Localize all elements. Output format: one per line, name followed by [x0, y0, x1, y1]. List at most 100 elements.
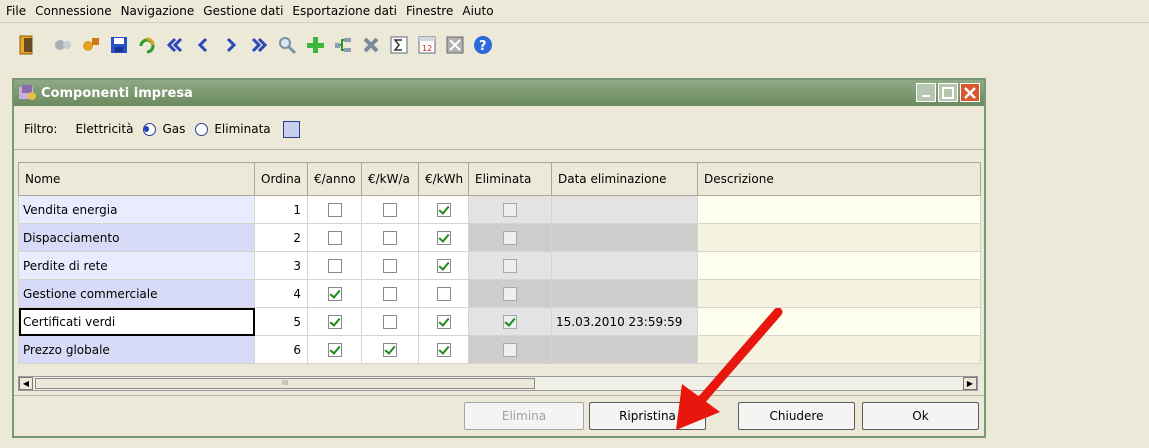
- ripristina-button[interactable]: Ripristina: [589, 402, 706, 430]
- cell-ordina[interactable]: 3: [254, 251, 308, 280]
- maximize-button[interactable]: [938, 83, 958, 102]
- table-row[interactable]: Vendita energia 1: [18, 195, 981, 224]
- column-header-euro-kw-a[interactable]: €/kW/a: [361, 162, 419, 196]
- eliminata-filter-checkbox[interactable]: [282, 120, 300, 138]
- scroll-left-icon[interactable]: ◀: [19, 377, 33, 390]
- search-icon[interactable]: [274, 32, 300, 58]
- column-header-eliminata[interactable]: Eliminata: [468, 162, 552, 196]
- connect-icon[interactable]: [50, 32, 76, 58]
- eliminata-checkbox: [503, 230, 517, 245]
- euro-kwh-checkbox[interactable]: [436, 314, 451, 329]
- euro-anno-checkbox[interactable]: [327, 314, 342, 329]
- table-row[interactable]: Certificati verdi 5 15.03.2010 23:59:59: [18, 307, 981, 336]
- add-icon[interactable]: [302, 32, 328, 58]
- toolbar: 12 ?: [0, 23, 1149, 69]
- euro-anno-checkbox[interactable]: [327, 342, 342, 357]
- cell-eliminata: [468, 223, 552, 252]
- scroll-thumb[interactable]: III: [35, 378, 535, 389]
- window-titlebar[interactable]: Componenti impresa: [14, 80, 984, 106]
- cell-descrizione[interactable]: [697, 251, 981, 280]
- previous-icon[interactable]: [190, 32, 216, 58]
- cell-ordina[interactable]: 5: [254, 307, 308, 336]
- column-header-nome[interactable]: Nome: [18, 162, 255, 196]
- menu-navigazione[interactable]: Navigazione: [115, 4, 198, 18]
- close-button[interactable]: [960, 83, 980, 102]
- export-icon[interactable]: [442, 32, 468, 58]
- menu-aiuto[interactable]: Aiuto: [456, 4, 496, 18]
- euro-kw-a-checkbox[interactable]: [383, 258, 397, 273]
- cell-descrizione[interactable]: [697, 223, 981, 252]
- euro-kw-a-checkbox[interactable]: [383, 342, 397, 357]
- cell-nome[interactable]: Prezzo globale: [18, 335, 255, 364]
- cell-euro-kwh: [418, 307, 469, 336]
- euro-anno-checkbox[interactable]: [327, 258, 342, 273]
- calendar-icon[interactable]: 12: [414, 32, 440, 58]
- disconnect-icon[interactable]: [78, 32, 104, 58]
- structure-icon[interactable]: [330, 32, 356, 58]
- next-icon[interactable]: [218, 32, 244, 58]
- cell-ordina[interactable]: 6: [254, 335, 308, 364]
- cell-descrizione[interactable]: [697, 335, 981, 364]
- cell-data-eliminazione: [551, 251, 698, 280]
- euro-kw-a-checkbox[interactable]: [383, 202, 397, 217]
- cell-nome[interactable]: Perdite di rete: [18, 251, 255, 280]
- euro-kwh-checkbox[interactable]: [436, 258, 451, 273]
- cell-ordina[interactable]: 4: [254, 279, 308, 308]
- euro-kwh-checkbox[interactable]: [436, 342, 451, 357]
- menu-esportazione-dati[interactable]: Esportazione dati: [286, 4, 400, 18]
- first-icon[interactable]: [162, 32, 188, 58]
- column-header-descrizione[interactable]: Descrizione: [697, 162, 981, 196]
- cell-nome[interactable]: Vendita energia: [18, 195, 255, 224]
- save-icon[interactable]: [106, 32, 132, 58]
- cell-ordina[interactable]: 1: [254, 195, 308, 224]
- euro-kw-a-checkbox[interactable]: [383, 230, 397, 245]
- gas-radio[interactable]: [195, 122, 209, 136]
- horizontal-scrollbar[interactable]: ◀ III ▶: [18, 376, 978, 391]
- maximize-icon: [942, 86, 954, 99]
- menu-finestre[interactable]: Finestre: [400, 4, 456, 18]
- cell-ordina[interactable]: 2: [254, 223, 308, 252]
- column-header-data-eliminazione[interactable]: Data eliminazione: [551, 162, 698, 196]
- help-icon[interactable]: ?: [470, 32, 496, 58]
- cell-descrizione[interactable]: [697, 307, 981, 336]
- cell-nome[interactable]: Dispacciamento: [18, 223, 255, 252]
- euro-kw-a-checkbox[interactable]: [383, 314, 397, 329]
- refresh-icon[interactable]: [134, 32, 160, 58]
- cell-descrizione[interactable]: [697, 195, 981, 224]
- minimize-button[interactable]: [916, 83, 936, 102]
- euro-anno-checkbox[interactable]: [327, 202, 342, 217]
- sum-icon[interactable]: [386, 32, 412, 58]
- column-header-ordina[interactable]: Ordina: [254, 162, 308, 196]
- cell-data-eliminazione: [551, 195, 698, 224]
- menu-file[interactable]: File: [0, 4, 29, 18]
- close-icon: [964, 86, 976, 99]
- delete-icon[interactable]: [358, 32, 384, 58]
- scroll-right-icon[interactable]: ▶: [963, 377, 977, 390]
- table-row[interactable]: Gestione commerciale 4: [18, 279, 981, 308]
- column-header-euro-kwh[interactable]: €/kWh: [418, 162, 469, 196]
- cell-nome[interactable]: Certificati verdi: [18, 307, 255, 336]
- euro-anno-checkbox[interactable]: [327, 286, 342, 301]
- euro-anno-checkbox[interactable]: [327, 230, 342, 245]
- chiudere-button[interactable]: Chiudere: [738, 402, 855, 430]
- euro-kwh-checkbox[interactable]: [436, 230, 451, 245]
- menu-gestione-dati[interactable]: Gestione dati: [197, 4, 286, 18]
- button-bar: Elimina Ripristina Chiudere Ok: [14, 395, 984, 437]
- cell-euro-kw-a: [361, 223, 419, 252]
- euro-kwh-checkbox[interactable]: [436, 202, 451, 217]
- exit-icon[interactable]: [14, 32, 40, 58]
- table-row[interactable]: Dispacciamento 2: [18, 223, 981, 252]
- euro-kwh-checkbox[interactable]: [436, 286, 451, 301]
- cell-descrizione[interactable]: [697, 279, 981, 308]
- cell-euro-kwh: [418, 335, 469, 364]
- elettricita-radio[interactable]: [143, 122, 157, 136]
- euro-kw-a-checkbox[interactable]: [383, 286, 397, 301]
- ok-button[interactable]: Ok: [862, 402, 979, 430]
- column-header-euro-anno[interactable]: €/anno: [307, 162, 362, 196]
- cell-nome[interactable]: Gestione commerciale: [18, 279, 255, 308]
- menu-connessione[interactable]: Connessione: [29, 4, 114, 18]
- table-row[interactable]: Prezzo globale 6: [18, 335, 981, 364]
- table-row[interactable]: Perdite di rete 3: [18, 251, 981, 280]
- last-icon[interactable]: [246, 32, 272, 58]
- elimina-button[interactable]: Elimina: [464, 402, 584, 430]
